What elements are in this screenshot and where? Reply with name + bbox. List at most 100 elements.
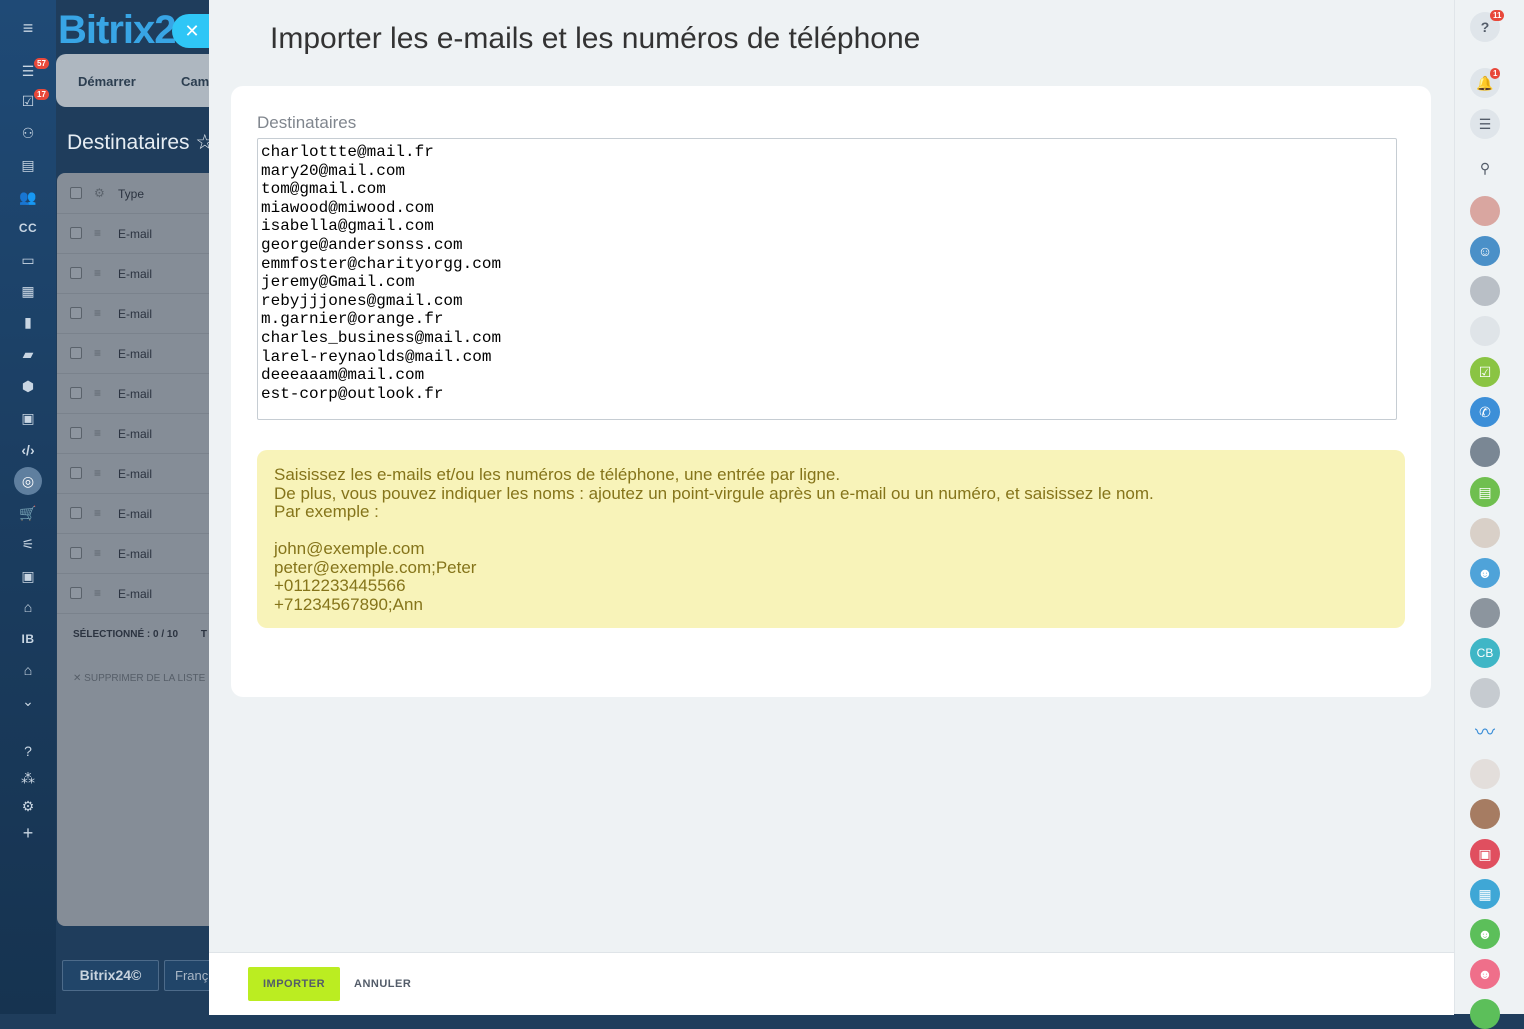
avatar[interactable]	[1470, 316, 1500, 346]
hint-example: +0112233445566	[274, 576, 406, 595]
chat-icon[interactable]: ▤	[1470, 477, 1500, 507]
tasks-chat-icon[interactable]: ☑	[1470, 357, 1500, 387]
search-icon[interactable]: ⚲	[1470, 153, 1500, 183]
contact-card-icon[interactable]: ▣	[14, 407, 42, 429]
feed-icon[interactable]: ▤	[14, 154, 42, 176]
document-icon[interactable]: ▮	[14, 311, 42, 333]
table-row[interactable]: ≡ E-mail	[57, 293, 209, 334]
structure-icon[interactable]: ⁂	[14, 767, 42, 789]
group-icon[interactable]: ☻	[1470, 919, 1500, 949]
calendar-chat-icon[interactable]: ▦	[1470, 879, 1500, 909]
avatar[interactable]	[1470, 437, 1500, 467]
menu-icon[interactable]: ≡	[14, 17, 42, 39]
messenger-icon[interactable]: ☰	[1470, 109, 1500, 139]
select-all-checkbox[interactable]	[70, 187, 82, 199]
hint-example: peter@exemple.com;Peter	[274, 557, 477, 577]
help-icon[interactable]: ?	[14, 740, 42, 762]
table-row[interactable]: ≡ E-mail	[57, 213, 209, 254]
table-row[interactable]: ≡ E-mail	[57, 453, 209, 494]
table-row[interactable]: ≡ E-mail	[57, 413, 209, 454]
avatar[interactable]	[1470, 598, 1500, 628]
crm-icon[interactable]: ⚇	[14, 122, 42, 144]
row-checkbox[interactable]	[70, 507, 82, 519]
drag-handle-icon[interactable]: ≡	[94, 586, 106, 600]
avatar[interactable]	[1470, 196, 1500, 226]
box-icon[interactable]: ⬢	[14, 375, 42, 397]
avatar[interactable]	[1470, 799, 1500, 829]
drag-handle-icon[interactable]: ≡	[94, 226, 106, 240]
phone-icon[interactable]: ✆	[1470, 397, 1500, 427]
recipients-textarea[interactable]: charlottte@mail.fr mary20@mail.com tom@g…	[257, 138, 1397, 420]
chat-icon[interactable]: ▰	[14, 343, 42, 365]
app-chat-icon[interactable]: ▣	[1470, 839, 1500, 869]
add-icon[interactable]: +	[14, 822, 42, 844]
drive-icon[interactable]: ▭	[14, 249, 42, 271]
row-checkbox[interactable]	[70, 387, 82, 399]
robot-icon[interactable]: ▣	[14, 565, 42, 587]
hint-box: Saisissez les e-mails et/ou les numéros …	[257, 450, 1405, 628]
tab-demarrer[interactable]: Démarrer	[78, 74, 136, 89]
drag-handle-icon[interactable]: ≡	[94, 346, 106, 360]
gear-icon[interactable]: ⚙	[14, 795, 42, 817]
bitrix-logo: Bitrix2	[58, 8, 176, 52]
background-tabs: Démarrer Cam	[56, 54, 209, 107]
drag-handle-icon[interactable]: ≡	[94, 426, 106, 440]
settings-sliders-icon[interactable]: ⚟	[14, 533, 42, 555]
row-checkbox[interactable]	[70, 467, 82, 479]
table-cell: E-mail	[118, 267, 153, 281]
tab-campaigns[interactable]: Cam	[181, 74, 209, 89]
help-badge: 11	[1490, 10, 1505, 21]
drag-handle-icon[interactable]: ≡	[94, 546, 106, 560]
row-checkbox[interactable]	[70, 347, 82, 359]
selected-count: SÉLECTIONNÉ : 0 / 10 T	[73, 629, 207, 640]
calendar-icon[interactable]: ▦	[14, 280, 42, 302]
remove-from-list-button[interactable]: ✕ SUPPRIMER DE LA LISTE	[73, 673, 205, 684]
cancel-button[interactable]: ANNULER	[348, 967, 414, 1001]
marketing-icon[interactable]: ◎	[14, 467, 42, 495]
drag-handle-icon[interactable]: ≡	[94, 266, 106, 280]
row-checkbox[interactable]	[70, 307, 82, 319]
avatar[interactable]	[1470, 518, 1500, 548]
hint-example: +71234567890;Ann	[274, 594, 423, 614]
drag-handle-icon[interactable]: ≡	[94, 306, 106, 320]
table-row[interactable]: ≡ E-mail	[57, 493, 209, 534]
avatar[interactable]	[1470, 678, 1500, 708]
group-icon[interactable]: ☻	[1470, 959, 1500, 989]
more-icon[interactable]: ⌄	[14, 690, 42, 712]
import-button[interactable]: IMPORTER	[248, 967, 340, 1001]
cart-icon[interactable]: 🛒	[14, 502, 42, 524]
row-checkbox[interactable]	[70, 427, 82, 439]
bot-icon[interactable]: ⌂	[14, 596, 42, 618]
table-row[interactable]: ≡ E-mail	[57, 533, 209, 574]
drag-handle-icon[interactable]: ≡	[94, 466, 106, 480]
table-row[interactable]: ≡ E-mail	[57, 373, 209, 414]
group-icon[interactable]: ☻	[1470, 558, 1500, 588]
code-icon[interactable]: ‹/›	[14, 439, 42, 461]
bitrix24-footer-logo[interactable]: Bitrix24©	[62, 960, 159, 991]
table-row[interactable]: ≡ E-mail	[57, 333, 209, 374]
table-row[interactable]: ≡ E-mail	[57, 573, 209, 614]
drag-handle-icon[interactable]: ≡	[94, 386, 106, 400]
row-checkbox[interactable]	[70, 547, 82, 559]
background-page: Bitrix2 ✕ Démarrer Cam Destinataires ☆ ⚙…	[56, 0, 226, 1014]
ib-label[interactable]: IB	[14, 628, 42, 650]
row-checkbox[interactable]	[70, 267, 82, 279]
avatar[interactable]	[1470, 276, 1500, 306]
gear-icon[interactable]: ⚙	[94, 186, 106, 200]
cc-label[interactable]: CC	[14, 217, 42, 239]
contacts-icon[interactable]: 👥	[14, 186, 42, 208]
drag-handle-icon[interactable]: ≡	[94, 506, 106, 520]
import-slider: Importer les e-mails et les numéros de t…	[209, 0, 1454, 1015]
bank-icon[interactable]: ⌂	[14, 659, 42, 681]
group-icon[interactable]	[1470, 999, 1500, 1029]
column-header-type[interactable]: Type	[118, 187, 144, 201]
wave-icon[interactable]: 〰	[1470, 718, 1500, 748]
row-checkbox[interactable]	[70, 587, 82, 599]
row-checkbox[interactable]	[70, 227, 82, 239]
avatar[interactable]	[1470, 759, 1500, 789]
group-chat-icon[interactable]: ☺	[1470, 236, 1500, 266]
table-row[interactable]: ≡ E-mail	[57, 253, 209, 294]
avatar-initials[interactable]: CB	[1470, 638, 1500, 668]
table-cell: E-mail	[118, 427, 153, 441]
table-cell: E-mail	[118, 307, 153, 321]
